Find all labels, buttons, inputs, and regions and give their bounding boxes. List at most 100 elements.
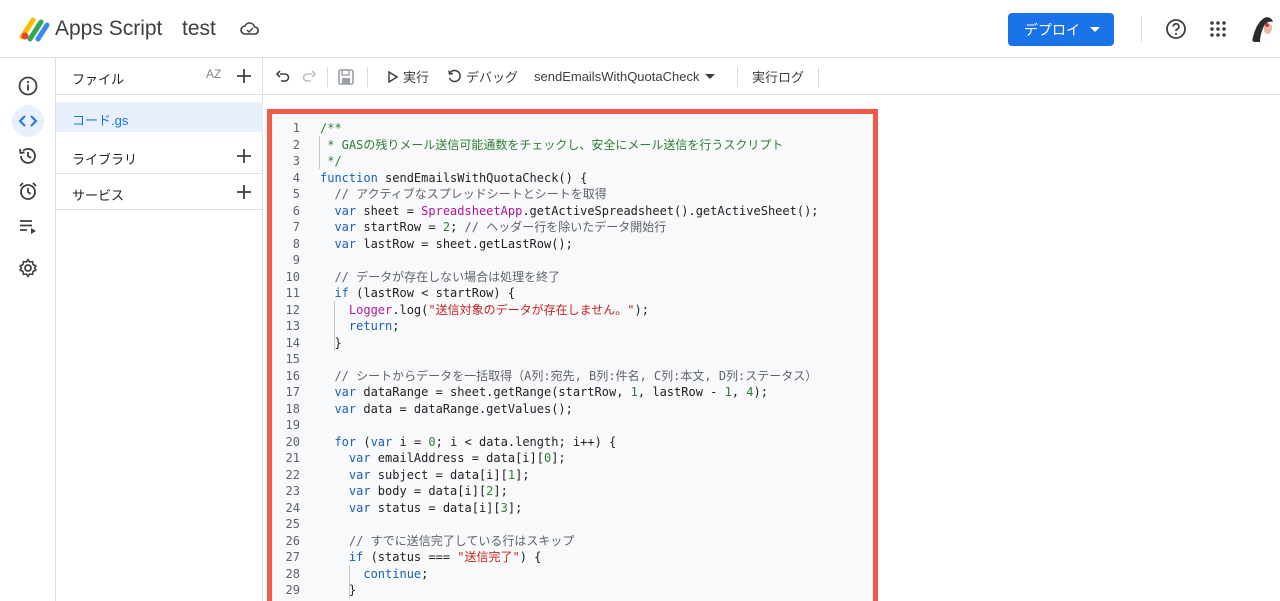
libraries-label: ライブラリ xyxy=(72,152,138,167)
history-button[interactable] xyxy=(12,140,44,172)
services-section[interactable]: サービス xyxy=(56,174,263,210)
deploy-label: デプロイ xyxy=(1024,21,1080,38)
sort-label: AZ xyxy=(206,67,222,81)
undo-button[interactable] xyxy=(275,58,291,95)
line-source: return; xyxy=(320,319,400,333)
line-source: continue; xyxy=(320,566,429,581)
line-source: var sheet = SpreadsheetApp.getActiveSpre… xyxy=(320,203,819,218)
code-line[interactable]: 12 Logger.log("送信対象のデータが存在しません。"); xyxy=(272,302,873,319)
apps-script-logo-icon[interactable] xyxy=(19,15,51,43)
code-line[interactable]: 7 var startRow = 2; // ヘッダー行を除いたデータ開始行 xyxy=(272,219,873,236)
code-line[interactable]: 27 if (status === "送信完了") { xyxy=(272,549,873,566)
code-line[interactable]: 16 // シートからデータを一括取得（A列:宛先, B列:件名, C列:本文,… xyxy=(272,368,873,385)
code-line[interactable]: 25 xyxy=(272,516,873,533)
code-line[interactable]: 9 xyxy=(272,252,873,269)
line-number: 2 xyxy=(292,137,300,152)
line-number: 9 xyxy=(292,253,300,267)
line-source: if (status === "送信完了") { xyxy=(320,550,542,564)
line-number: 29 xyxy=(285,583,300,597)
line-number: 23 xyxy=(285,484,300,498)
files-panel: ファイル AZ コード.gs ライブラリ サービス xyxy=(56,58,263,601)
line-number: 28 xyxy=(285,566,300,581)
alarm-icon xyxy=(19,182,37,200)
avatar-image-icon xyxy=(1246,12,1278,44)
code-editor[interactable]: 1 /** 2 * GASの残りメール送信可能通数をチェックし、安全にメール送信を行… xyxy=(267,109,878,601)
line-number: 10 xyxy=(285,269,300,284)
code-line[interactable]: 17 var dataRange = sheet.getRange(startR… xyxy=(272,384,873,401)
line-number: 1 xyxy=(292,121,300,135)
files-title: ファイル xyxy=(72,72,125,87)
code-line[interactable]: 8 var lastRow = sheet.getLastRow(); xyxy=(272,236,873,253)
code-line[interactable]: 29 } xyxy=(272,582,873,599)
file-item-code-gs[interactable]: コード.gs xyxy=(56,102,263,132)
help-icon[interactable] xyxy=(1165,18,1187,40)
code-line[interactable]: 3 */ xyxy=(272,153,873,170)
code-line[interactable]: 2 * GASの残りメール送信可能通数をチェックし、安全にメール送信を行うスクリ… xyxy=(272,137,873,154)
code-line[interactable]: 13 return; xyxy=(272,318,873,335)
code-line[interactable]: 1 /** xyxy=(272,120,873,137)
libraries-section[interactable]: ライブラリ xyxy=(56,138,263,174)
google-apps-icon[interactable] xyxy=(1209,20,1227,38)
debug-button[interactable]: デバッグ xyxy=(447,58,518,95)
code-line[interactable]: 22 var subject = data[i][1]; xyxy=(272,467,873,484)
code-line[interactable]: 11 if (lastRow < startRow) { xyxy=(272,285,873,302)
save-button[interactable] xyxy=(337,58,355,95)
deploy-button[interactable]: デプロイ xyxy=(1008,13,1114,46)
info-icon xyxy=(18,76,38,96)
code-line[interactable]: 14 } xyxy=(272,335,873,352)
debug-label: デバッグ xyxy=(466,70,519,85)
line-source: } xyxy=(320,335,342,350)
code-icon xyxy=(18,115,38,127)
line-number: 5 xyxy=(292,187,300,201)
function-select[interactable]: sendEmailsWithQuotaCheck xyxy=(534,58,716,95)
add-file-icon[interactable] xyxy=(235,67,253,85)
toolbar-separator xyxy=(367,67,368,87)
play-icon xyxy=(388,70,399,83)
toolbar-separator xyxy=(327,67,328,87)
app-title: Apps Script xyxy=(55,17,163,40)
add-library-icon[interactable] xyxy=(235,147,253,165)
sort-az-icon[interactable]: AZ xyxy=(206,67,221,81)
line-number: 4 xyxy=(292,170,300,185)
line-source: var emailAddress = data[i][0]; xyxy=(320,451,566,465)
overview-button[interactable] xyxy=(12,70,44,102)
code-line[interactable]: 15 xyxy=(272,351,873,368)
line-source: // データが存在しない場合は処理を終了 xyxy=(320,269,561,284)
run-button[interactable]: 実行 xyxy=(387,58,429,95)
code-line[interactable]: 28 continue; xyxy=(272,566,873,583)
code-line[interactable]: 20 for (var i = 0; i < data.length; i++)… xyxy=(272,434,873,451)
code-line[interactable]: 24 var status = data[i][3]; xyxy=(272,500,873,517)
code-line[interactable]: 19 xyxy=(272,417,873,434)
toolbar-divider xyxy=(1141,16,1142,42)
line-source: /** xyxy=(320,121,342,135)
line-source: var lastRow = sheet.getLastRow(); xyxy=(320,236,573,251)
line-number: 7 xyxy=(292,220,300,234)
services-label: サービス xyxy=(72,188,125,203)
line-source: var startRow = 2; // ヘッダー行を除いたデータ開始行 xyxy=(320,220,667,234)
line-number: 15 xyxy=(285,352,300,366)
editor-button[interactable] xyxy=(12,105,44,137)
line-source: var data = dataRange.getValues(); xyxy=(320,401,573,416)
toolbar-separator xyxy=(818,67,819,87)
code-line[interactable]: 10 // データが存在しない場合は処理を終了 xyxy=(272,269,873,286)
code-line[interactable]: 18 var data = dataRange.getValues(); xyxy=(272,401,873,418)
code-line[interactable]: 23 var body = data[i][2]; xyxy=(272,483,873,500)
code-line[interactable]: 26 // すでに送信完了している行はスキップ xyxy=(272,533,873,550)
project-title[interactable]: test xyxy=(182,17,216,41)
function-name: sendEmailsWithQuotaCheck xyxy=(534,69,700,84)
chevron-down-icon xyxy=(705,74,716,79)
code-line[interactable]: 5 // アクティブなスプレッドシートとシートを取得 xyxy=(272,186,873,203)
code-line[interactable]: 4 function sendEmailsWithQuotaCheck() { xyxy=(272,170,873,187)
cloud-saved-icon[interactable] xyxy=(240,20,260,38)
line-source: Logger.log("送信対象のデータが存在しません。"); xyxy=(320,302,649,317)
files-header: ファイル AZ xyxy=(56,58,263,95)
redo-button[interactable] xyxy=(301,58,317,95)
triggers-button[interactable] xyxy=(12,175,44,207)
executions-button[interactable] xyxy=(12,210,44,242)
project-settings-button[interactable] xyxy=(12,252,44,284)
code-line[interactable]: 6 var sheet = SpreadsheetApp.getActiveSp… xyxy=(272,203,873,220)
execution-log-button[interactable]: 実行ログ xyxy=(752,58,804,95)
code-line[interactable]: 21 var emailAddress = data[i][0]; xyxy=(272,450,873,467)
avatar[interactable] xyxy=(1246,12,1278,44)
add-service-icon[interactable] xyxy=(235,183,253,201)
